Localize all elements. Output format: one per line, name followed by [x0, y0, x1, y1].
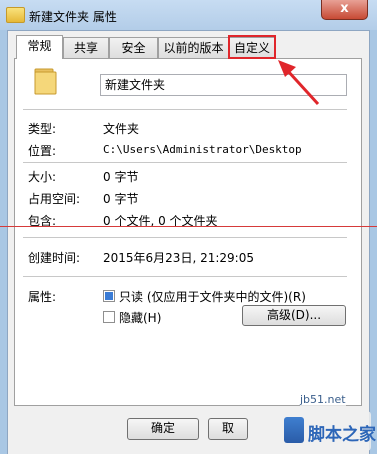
watermark-logo: 脚本之家	[281, 411, 376, 451]
watermark-site: jb51.net	[300, 393, 346, 406]
watermark-icon	[284, 417, 304, 443]
watermark-brand: 脚本之家	[308, 425, 376, 445]
red-arrow	[278, 60, 320, 106]
